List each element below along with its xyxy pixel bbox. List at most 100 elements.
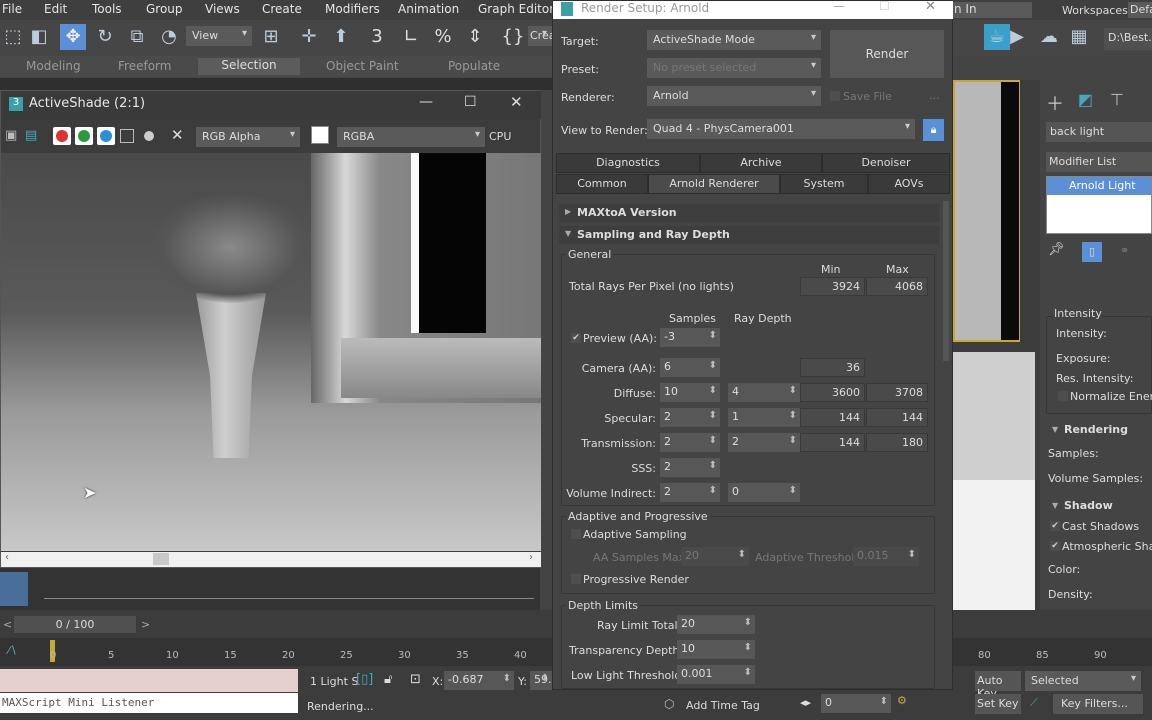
close-icon[interactable]: ✕ <box>510 93 523 111</box>
samples-spinner[interactable]: 6 <box>660 358 720 377</box>
ray-depth-spinner[interactable]: 1 <box>728 408 800 427</box>
ray-depth-spinner[interactable]: 0 <box>728 483 800 502</box>
create-tab-icon[interactable]: ＋ <box>1046 90 1064 116</box>
tab-diagnostics[interactable]: Diagnostics <box>556 153 700 173</box>
renderer-dropdown[interactable]: Arnold <box>647 86 821 106</box>
ribbon-tab-populate[interactable]: Populate <box>448 59 500 73</box>
horizontal-scrollbar[interactable]: ‹ › <box>1 552 541 567</box>
blue-channel-toggle[interactable] <box>97 127 115 145</box>
browse-button[interactable]: ... <box>929 89 940 102</box>
angle-snap-icon[interactable]: ∟ <box>398 24 424 50</box>
low-light-threshold-spinner[interactable]: 0.001 <box>677 665 755 684</box>
rollout-sampling[interactable]: ▼ Sampling and Ray Depth <box>559 226 939 244</box>
menu-edit[interactable]: Edit <box>44 0 67 16</box>
red-channel-toggle[interactable] <box>53 127 71 145</box>
tab-aovs[interactable]: AOVs <box>868 174 950 194</box>
menu-group[interactable]: Group <box>146 0 183 16</box>
modifier-list-dropdown[interactable]: Modifier List <box>1046 152 1152 172</box>
mono-icon[interactable] <box>144 131 154 141</box>
render-production-icon[interactable]: ▶ <box>1004 24 1030 50</box>
channel-dropdown[interactable]: RGB Alpha <box>196 127 300 147</box>
progressive-render-checkbox[interactable] <box>571 574 581 584</box>
scrollbar-thumb[interactable] <box>153 553 169 565</box>
menu-animation[interactable]: Animation <box>398 0 459 16</box>
named-selection-dropdown[interactable]: Crea <box>528 26 555 46</box>
viewport-strip[interactable] <box>0 568 540 610</box>
samples-spinner[interactable]: 2 <box>660 433 720 452</box>
select-region-icon[interactable]: ⬚ <box>0 24 26 50</box>
manipulate-icon[interactable]: ✛ <box>296 24 322 50</box>
workspaces-dropdown[interactable]: Defa <box>1128 2 1152 18</box>
time-slider[interactable]: < 0 / 100 > <box>0 616 552 634</box>
background-color-swatch[interactable] <box>311 126 329 144</box>
clear-icon[interactable]: ✕ <box>171 126 184 144</box>
hierarchy-tab-icon[interactable]: ⊤ <box>1110 90 1124 109</box>
tab-denoiser[interactable]: Denoiser <box>822 153 950 173</box>
maximize-icon[interactable]: ☐ <box>879 0 890 13</box>
selection-lock-icon[interactable]: [▯] <box>356 672 373 687</box>
snap-3d-icon[interactable]: 3 <box>364 24 390 50</box>
view-to-render-dropdown[interactable]: Quad 4 - PhysCamera001 <box>647 119 915 139</box>
rotate-icon[interactable]: ↻ <box>92 24 118 50</box>
keyboard-shortcut-icon[interactable]: ⬆ <box>328 24 354 50</box>
lock-icon[interactable]: 🔓︎ <box>384 672 392 687</box>
make-unique-icon[interactable]: ⚭ <box>1120 244 1129 257</box>
ribbon-tab-freeform[interactable]: Freeform <box>118 59 171 73</box>
set-key-button[interactable]: Set Key <box>975 694 1021 714</box>
display-dropdown[interactable]: RGBA <box>337 127 485 147</box>
timeline-track[interactable]: ⁄∖ <box>0 638 552 666</box>
tab-system[interactable]: System <box>780 174 868 194</box>
ribbon-tab-modeling[interactable]: Modeling <box>26 59 81 73</box>
maxscript-output[interactable] <box>0 669 298 692</box>
normalize-energy-checkbox[interactable] <box>1058 391 1068 401</box>
current-frame-field[interactable]: 0 <box>821 694 891 713</box>
clone-icon[interactable]: ▤ <box>25 128 37 143</box>
auto-key-button[interactable]: Auto Key <box>975 671 1021 700</box>
pin-stack-icon[interactable]: 📌︎ <box>1048 242 1065 257</box>
render-frame-icon[interactable]: ▦ <box>1066 24 1092 50</box>
samples-spinner[interactable]: 2 <box>660 458 720 477</box>
move-icon[interactable]: ✥ <box>60 24 86 50</box>
rollout-scrollbar[interactable] <box>943 201 949 361</box>
close-icon[interactable]: ✕ <box>925 0 936 14</box>
absolute-mode-icon[interactable]: ⊡ <box>410 672 421 687</box>
key-filters-button[interactable]: Key Filters... <box>1053 694 1143 714</box>
samples-spinner[interactable]: 2 <box>660 408 720 427</box>
key-icon[interactable]: ⟋ <box>1030 696 1038 710</box>
object-name-field[interactable]: back light <box>1046 122 1152 142</box>
modify-tab-icon[interactable]: ◩ <box>1078 90 1093 109</box>
maxscript-listener-input[interactable]: MAXScript Mini Listener <box>0 693 298 713</box>
menu-modifiers[interactable]: Modifiers <box>325 0 380 16</box>
ray-depth-spinner[interactable]: 4 <box>728 383 800 402</box>
preset-dropdown[interactable]: No preset selected <box>647 58 821 78</box>
menu-create[interactable]: Create <box>262 0 302 16</box>
sign-in-dropdown[interactable]: n In <box>952 2 1032 18</box>
ray-depth-spinner[interactable]: 2 <box>728 433 800 452</box>
samples-spinner[interactable]: 10 <box>660 383 720 402</box>
render-cloud-icon[interactable]: ☁ <box>1036 24 1062 50</box>
menu-file[interactable]: File <box>2 0 22 16</box>
preview-samples-spinner[interactable]: -3 <box>660 328 720 347</box>
next-frame-icon[interactable]: > <box>141 618 150 631</box>
tab-arnold-renderer[interactable]: Arnold Renderer <box>648 174 780 194</box>
prev-frame-icon[interactable]: < <box>3 618 12 631</box>
placement-icon[interactable]: ◔ <box>156 24 182 50</box>
rollout-maxtoa-version[interactable]: ▶ MAXtoA Version <box>559 204 939 222</box>
time-slider-strip[interactable] <box>0 78 552 90</box>
scale-icon[interactable]: ⧉ <box>124 24 150 50</box>
reference-coord-dropdown[interactable]: View <box>186 26 252 46</box>
add-time-tag-button[interactable]: Add Time Tag <box>686 699 760 712</box>
save-file-checkbox[interactable] <box>830 91 840 101</box>
render-setup-titlebar[interactable]: Render Setup: Arnold — ☐ ✕ <box>553 0 953 19</box>
time-config-icon[interactable]: ⚙ <box>897 694 907 707</box>
curve-editor-icon[interactable]: ⁄∖ <box>8 644 17 657</box>
show-end-result-icon[interactable]: ▯ <box>1082 242 1102 262</box>
spinner-snap-icon[interactable]: ⇕ <box>462 24 488 50</box>
target-dropdown[interactable]: ActiveShade Mode <box>647 30 821 50</box>
render-button[interactable]: Render <box>830 30 944 78</box>
edit-named-selection-icon[interactable]: {} <box>500 24 526 50</box>
adaptive-threshold-spinner[interactable]: 0.015 <box>853 547 919 566</box>
transparency-depth-spinner[interactable]: 10 <box>677 640 755 659</box>
menu-graph-editors[interactable]: Graph Editors <box>478 0 560 16</box>
activeshade-titlebar[interactable]: 3 ActiveShade (2:1) — ☐ ✕ <box>1 91 541 119</box>
